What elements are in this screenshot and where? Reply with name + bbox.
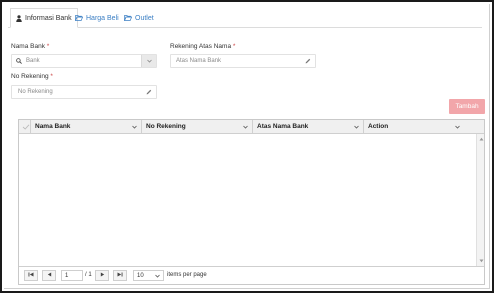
column-header-atas-nama-bank[interactable]: Atas Nama Bank — [253, 120, 364, 133]
tab-label: Harga Beli — [86, 14, 119, 22]
first-page-button[interactable] — [24, 270, 38, 281]
chevron-down-icon — [146, 58, 152, 65]
grid-header: Nama Bank No Rekening Atas Nama Bank Act… — [19, 120, 484, 134]
vertical-scrollbar[interactable] — [476, 134, 484, 266]
tab-label: Outlet — [135, 14, 154, 22]
tab-label: Informasi Bank — [25, 14, 72, 22]
label-text: No Rekening — [11, 73, 49, 80]
next-page-icon — [100, 272, 105, 279]
rekening-atas-nama-placeholder: Atas Nama Bank — [176, 58, 222, 64]
nama-bank-dropdown-button[interactable] — [141, 55, 156, 67]
pager: 1 / 1 10 items per page — [19, 266, 484, 284]
chevron-down-icon — [243, 124, 248, 131]
no-rekening-field[interactable]: No Rekening — [11, 85, 157, 99]
column-header-no-rekening[interactable]: No Rekening — [142, 120, 253, 133]
column-header-action[interactable]: Action — [364, 120, 464, 133]
tab-outlet[interactable]: Outlet — [124, 8, 154, 28]
chevron-down-icon — [132, 124, 137, 131]
first-page-icon — [28, 272, 34, 279]
tambah-button[interactable]: Tambah — [449, 99, 485, 114]
column-label: Atas Nama Bank — [257, 123, 309, 130]
app-window: Informasi Bank Harga Beli Outlet Nama Ba… — [0, 0, 494, 293]
no-rekening-placeholder: No Rekening — [18, 89, 53, 95]
check-icon — [22, 123, 30, 131]
page-size-select[interactable]: 10 — [133, 270, 164, 281]
label-text: Nama Bank — [11, 43, 45, 50]
column-label: No Rekening — [146, 123, 186, 130]
page-number-input[interactable]: 1 — [61, 270, 83, 281]
pencil-icon — [146, 89, 152, 97]
last-page-icon — [117, 272, 123, 279]
chevron-down-icon — [455, 124, 460, 131]
column-header-nama-bank[interactable]: Nama Bank — [31, 120, 142, 133]
pencil-icon — [305, 58, 311, 66]
page-size-value: 10 — [137, 272, 144, 279]
nama-bank-placeholder: Bank — [26, 58, 40, 64]
nama-bank-select[interactable]: Bank — [11, 54, 157, 68]
no-rekening-label: No Rekening * — [11, 73, 53, 80]
scroll-up-icon[interactable] — [478, 136, 484, 142]
next-page-button[interactable] — [95, 270, 109, 281]
tab-bar: Informasi Bank Harga Beli Outlet — [8, 8, 482, 28]
last-page-button[interactable] — [113, 270, 127, 281]
folder-open-icon — [75, 15, 83, 21]
required-marker: * — [46, 43, 50, 50]
page-count-label: / 1 — [85, 272, 92, 278]
column-label: Action — [368, 123, 389, 130]
rekening-atas-nama-field[interactable]: Atas Nama Bank — [170, 54, 316, 68]
folder-open-icon — [124, 15, 132, 21]
tab-harga-beli[interactable]: Harga Beli — [75, 8, 119, 28]
chevron-down-icon — [155, 274, 160, 280]
user-icon — [16, 14, 22, 22]
scroll-down-icon[interactable] — [478, 258, 484, 264]
nama-bank-label: Nama Bank * — [11, 43, 49, 50]
bank-grid: Nama Bank No Rekening Atas Nama Bank Act… — [18, 119, 485, 285]
previous-page-button[interactable] — [42, 270, 56, 281]
label-text: Rekening Atas Nama — [170, 43, 232, 50]
rekening-atas-nama-label: Rekening Atas Nama * — [170, 43, 235, 50]
tab-informasi-bank[interactable]: Informasi Bank — [10, 8, 78, 28]
required-marker: * — [232, 43, 236, 50]
grid-body — [19, 134, 484, 266]
items-per-page-label: items per page — [167, 272, 207, 278]
required-marker: * — [50, 73, 53, 80]
previous-page-icon — [47, 272, 52, 279]
select-all-column[interactable] — [19, 120, 31, 133]
column-label: Nama Bank — [35, 123, 71, 130]
chevron-down-icon — [354, 124, 359, 131]
search-icon — [16, 58, 22, 66]
